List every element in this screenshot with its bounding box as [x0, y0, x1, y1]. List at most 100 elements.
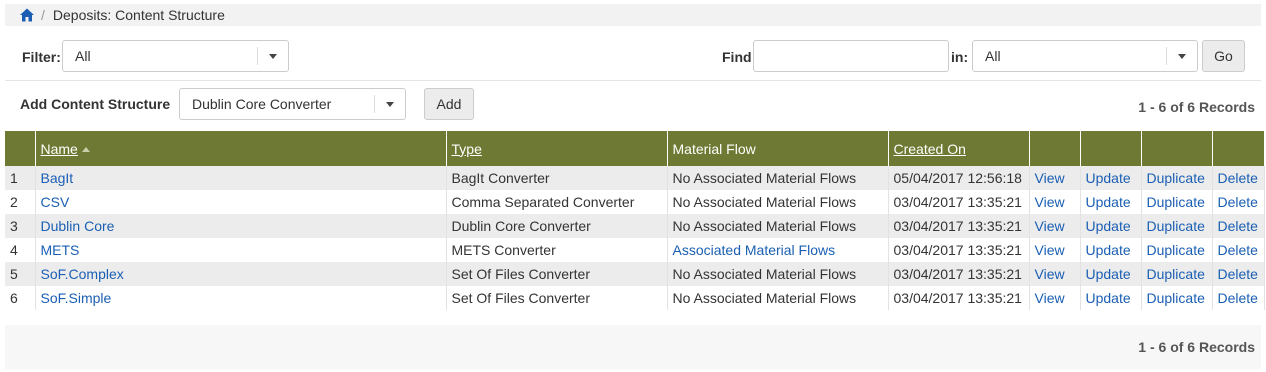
- column-header-material-flow: Material Flow: [667, 131, 889, 166]
- row-name-link[interactable]: BagIt: [41, 170, 74, 186]
- table-cell: View: [1029, 262, 1081, 286]
- table-cell: Update: [1080, 190, 1142, 214]
- home-icon[interactable]: [19, 7, 35, 23]
- breadcrumb-current: Deposits: Content Structure: [52, 7, 225, 23]
- filter-select[interactable]: All: [62, 40, 289, 72]
- table-cell: Duplicate: [1141, 166, 1213, 190]
- row-duplicate-link[interactable]: Duplicate: [1147, 170, 1205, 186]
- row-update-link[interactable]: Update: [1086, 242, 1131, 258]
- row-update-link[interactable]: Update: [1086, 194, 1131, 210]
- row-material-flow: No Associated Material Flows: [672, 290, 857, 306]
- column-header-type[interactable]: Type: [446, 131, 668, 166]
- row-view-link[interactable]: View: [1035, 194, 1065, 210]
- row-delete-link[interactable]: Delete: [1218, 290, 1258, 306]
- table-cell: No Associated Material Flows: [667, 286, 889, 310]
- row-duplicate-link[interactable]: Duplicate: [1147, 194, 1205, 210]
- row-material-flow[interactable]: Associated Material Flows: [673, 242, 836, 258]
- row-name-link[interactable]: METS: [41, 242, 80, 258]
- row-number: 2: [10, 194, 18, 210]
- row-update-link[interactable]: Update: [1086, 170, 1131, 186]
- table-cell: Update: [1080, 166, 1142, 190]
- row-name-link[interactable]: CSV: [41, 194, 70, 210]
- column-header-delete: [1212, 131, 1265, 166]
- row-delete-link[interactable]: Delete: [1218, 194, 1258, 210]
- row-number: 3: [10, 218, 18, 234]
- row-delete-link[interactable]: Delete: [1218, 170, 1258, 186]
- content-structure-table: Name Type Material Flow Created On 1 BagI…: [5, 131, 1265, 310]
- table-footer: 1 - 6 of 6 Records: [5, 325, 1261, 369]
- table-cell: Dublin Core Converter: [446, 214, 668, 238]
- chevron-down-icon: [374, 95, 405, 113]
- row-view-link[interactable]: View: [1035, 290, 1065, 306]
- row-duplicate-link[interactable]: Duplicate: [1147, 242, 1205, 258]
- row-view-link[interactable]: View: [1035, 266, 1065, 282]
- column-header-material-flow-label: Material Flow: [672, 140, 756, 157]
- table-cell: Delete: [1212, 238, 1265, 262]
- table-cell: No Associated Material Flows: [667, 166, 889, 190]
- row-type: Set Of Files Converter: [451, 290, 591, 306]
- table-cell: CSV: [35, 190, 447, 214]
- table-cell: 03/04/2017 13:35:21: [888, 262, 1030, 286]
- table-cell: No Associated Material Flows: [667, 214, 889, 238]
- column-header-name[interactable]: Name: [35, 131, 447, 166]
- chevron-down-icon: [1166, 47, 1197, 65]
- find-label: Find: [722, 49, 752, 65]
- row-view-link[interactable]: View: [1035, 242, 1065, 258]
- row-name-link[interactable]: Dublin Core: [41, 218, 115, 234]
- row-type: METS Converter: [451, 242, 556, 258]
- row-view-link[interactable]: View: [1035, 170, 1065, 186]
- row-update-link[interactable]: Update: [1086, 290, 1131, 306]
- row-duplicate-link[interactable]: Duplicate: [1147, 266, 1205, 282]
- sort-ascending-icon: [81, 147, 90, 153]
- add-button[interactable]: Add: [424, 88, 474, 120]
- table-cell: 6: [5, 286, 36, 310]
- table-cell: 03/04/2017 13:35:21: [888, 190, 1030, 214]
- table-cell: BagIt: [35, 166, 447, 190]
- row-update-link[interactable]: Update: [1086, 218, 1131, 234]
- row-view-link[interactable]: View: [1035, 218, 1065, 234]
- row-number: 1: [10, 170, 18, 186]
- column-header-number: [5, 131, 36, 166]
- row-created-on: 03/04/2017 13:35:21: [893, 242, 1022, 258]
- add-content-structure-label: Add Content Structure: [20, 96, 171, 112]
- table-row: 5 SoF.Complex Set Of Files Converter No Ass…: [5, 262, 1265, 286]
- table-cell: 1: [5, 166, 36, 190]
- table-cell: 03/04/2017 13:35:21: [888, 214, 1030, 238]
- table-cell: Delete: [1212, 190, 1265, 214]
- row-update-link[interactable]: Update: [1086, 266, 1131, 282]
- table-cell: Duplicate: [1141, 190, 1213, 214]
- row-duplicate-link[interactable]: Duplicate: [1147, 290, 1205, 306]
- table-cell: 03/04/2017 13:35:21: [888, 286, 1030, 310]
- table-cell: Dublin Core: [35, 214, 447, 238]
- go-button[interactable]: Go: [1202, 40, 1245, 72]
- row-material-flow: No Associated Material Flows: [672, 194, 857, 210]
- row-duplicate-link[interactable]: Duplicate: [1147, 218, 1205, 234]
- table-cell: Associated Material Flows: [667, 238, 889, 262]
- find-input[interactable]: [753, 40, 949, 72]
- row-created-on: 03/04/2017 13:35:21: [893, 290, 1022, 306]
- filter-bar: Filter: All Find in: All Go: [5, 36, 1261, 81]
- table-cell: 2: [5, 190, 36, 214]
- table-cell: Delete: [1212, 286, 1265, 310]
- row-delete-link[interactable]: Delete: [1218, 218, 1258, 234]
- row-created-on: 03/04/2017 13:35:21: [893, 218, 1022, 234]
- row-delete-link[interactable]: Delete: [1218, 242, 1258, 258]
- table-cell: Update: [1080, 214, 1142, 238]
- content-structure-select-value: Dublin Core Converter: [192, 96, 332, 112]
- row-delete-link[interactable]: Delete: [1218, 266, 1258, 282]
- row-material-flow: No Associated Material Flows: [672, 266, 857, 282]
- row-material-flow: No Associated Material Flows: [672, 218, 857, 234]
- row-number: 6: [10, 290, 18, 306]
- table-body: 1 BagIt BagIt Converter No Associated Mater…: [5, 166, 1265, 310]
- table-cell: METS Converter: [446, 238, 668, 262]
- table-cell: 5: [5, 262, 36, 286]
- table-row: 1 BagIt BagIt Converter No Associated Mater…: [5, 166, 1265, 190]
- find-in-select-value: All: [985, 48, 1001, 64]
- content-structure-select[interactable]: Dublin Core Converter: [179, 88, 406, 120]
- row-name-link[interactable]: SoF.Complex: [41, 266, 124, 282]
- row-name-link[interactable]: SoF.Simple: [41, 290, 112, 306]
- chevron-down-icon: [257, 47, 288, 65]
- find-in-select[interactable]: All: [972, 40, 1198, 72]
- column-header-created-on[interactable]: Created On: [888, 131, 1030, 166]
- row-type: BagIt Converter: [451, 170, 550, 186]
